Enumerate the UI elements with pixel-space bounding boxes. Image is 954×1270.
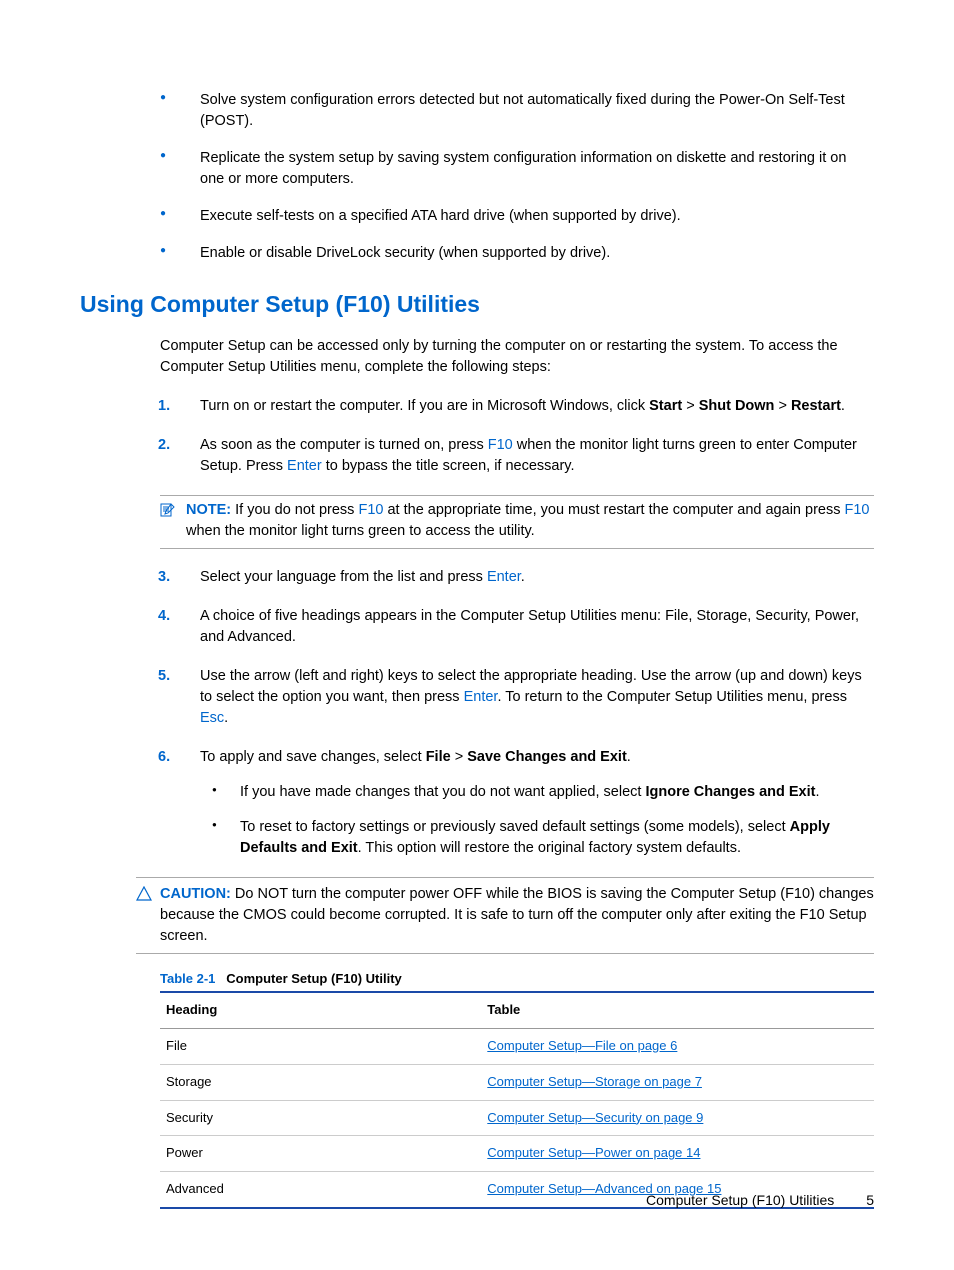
link-power[interactable]: Computer Setup—Power on page 14 [487, 1145, 700, 1160]
setup-table: Heading Table File Computer Setup—File o… [160, 991, 874, 1209]
note-icon [160, 502, 180, 525]
caution-text: Do NOT turn the computer power OFF while… [160, 886, 874, 944]
list-item: Replicate the system setup by saving sys… [80, 148, 874, 190]
list-item: Solve system configuration errors detect… [80, 90, 874, 132]
list-item: To reset to factory settings or previous… [200, 817, 874, 859]
table-row: Power Computer Setup—Power on page 14 [160, 1136, 874, 1172]
bullet-text: Solve system configuration errors detect… [200, 92, 845, 129]
step-number: 1. [158, 396, 170, 417]
list-item: Execute self-tests on a specified ATA ha… [80, 206, 874, 227]
footer-text: Computer Setup (F10) Utilities [646, 1192, 834, 1208]
page-number: 5 [866, 1192, 874, 1208]
steps-list-continued: 3. Select your language from the list an… [80, 567, 874, 859]
step-number: 2. [158, 435, 170, 456]
step-text: A choice of five headings appears in the… [200, 608, 859, 645]
list-item: Enable or disable DriveLock security (wh… [80, 243, 874, 264]
link-security[interactable]: Computer Setup—Security on page 9 [487, 1110, 703, 1125]
step-1: 1. Turn on or restart the computer. If y… [80, 396, 874, 417]
step-text: To apply and save changes, select File >… [200, 749, 631, 765]
list-item: If you have made changes that you do not… [200, 782, 874, 803]
caution-callout: CAUTION: Do NOT turn the computer power … [136, 877, 874, 954]
cell-heading: Storage [160, 1064, 481, 1100]
step-6: 6. To apply and save changes, select Fil… [80, 747, 874, 859]
cell-heading: Advanced [160, 1172, 481, 1208]
step-4: 4. A choice of five headings appears in … [80, 606, 874, 648]
top-bullet-list: Solve system configuration errors detect… [80, 90, 874, 264]
step-number: 5. [158, 666, 170, 687]
caution-icon [136, 886, 156, 909]
col-table: Table [481, 992, 874, 1028]
step-number: 6. [158, 747, 170, 768]
cell-heading: Security [160, 1100, 481, 1136]
step-text: Select your language from the list and p… [200, 569, 525, 585]
table-row: Storage Computer Setup—Storage on page 7 [160, 1064, 874, 1100]
bullet-text: Execute self-tests on a specified ATA ha… [200, 208, 681, 224]
table-header-row: Heading Table [160, 992, 874, 1028]
col-heading: Heading [160, 992, 481, 1028]
table-row: File Computer Setup—File on page 6 [160, 1028, 874, 1064]
caution-body: CAUTION: Do NOT turn the computer power … [160, 884, 874, 947]
table-number: Table 2-1 [160, 971, 215, 986]
step-5: 5. Use the arrow (left and right) keys t… [80, 666, 874, 729]
note-label: NOTE: [186, 502, 231, 518]
step-text: Use the arrow (left and right) keys to s… [200, 668, 862, 726]
table-caption: Table 2-1 Computer Setup (F10) Utility [160, 970, 874, 989]
section-heading: Using Computer Setup (F10) Utilities [80, 288, 874, 321]
step-text: As soon as the computer is turned on, pr… [200, 437, 857, 474]
bullet-text: Enable or disable DriveLock security (wh… [200, 245, 610, 261]
link-storage[interactable]: Computer Setup—Storage on page 7 [487, 1074, 702, 1089]
caution-label: CAUTION: [160, 886, 231, 902]
step-text: Turn on or restart the computer. If you … [200, 398, 845, 414]
intro-paragraph: Computer Setup can be accessed only by t… [160, 336, 874, 378]
document-page: Solve system configuration errors detect… [0, 0, 954, 1270]
table-title: Computer Setup (F10) Utility [226, 971, 402, 986]
step-2: 2. As soon as the computer is turned on,… [80, 435, 874, 477]
cell-heading: Power [160, 1136, 481, 1172]
step-number: 4. [158, 606, 170, 627]
step-number: 3. [158, 567, 170, 588]
step-3: 3. Select your language from the list an… [80, 567, 874, 588]
table-row: Security Computer Setup—Security on page… [160, 1100, 874, 1136]
note-callout: NOTE: If you do not press F10 at the app… [160, 495, 874, 549]
bullet-text: Replicate the system setup by saving sys… [200, 150, 846, 187]
steps-list: 1. Turn on or restart the computer. If y… [80, 396, 874, 477]
note-body: NOTE: If you do not press F10 at the app… [186, 500, 874, 542]
link-file[interactable]: Computer Setup—File on page 6 [487, 1038, 677, 1053]
page-footer: Computer Setup (F10) Utilities 5 [646, 1190, 874, 1210]
cell-heading: File [160, 1028, 481, 1064]
sub-bullet-list: If you have made changes that you do not… [200, 782, 874, 859]
